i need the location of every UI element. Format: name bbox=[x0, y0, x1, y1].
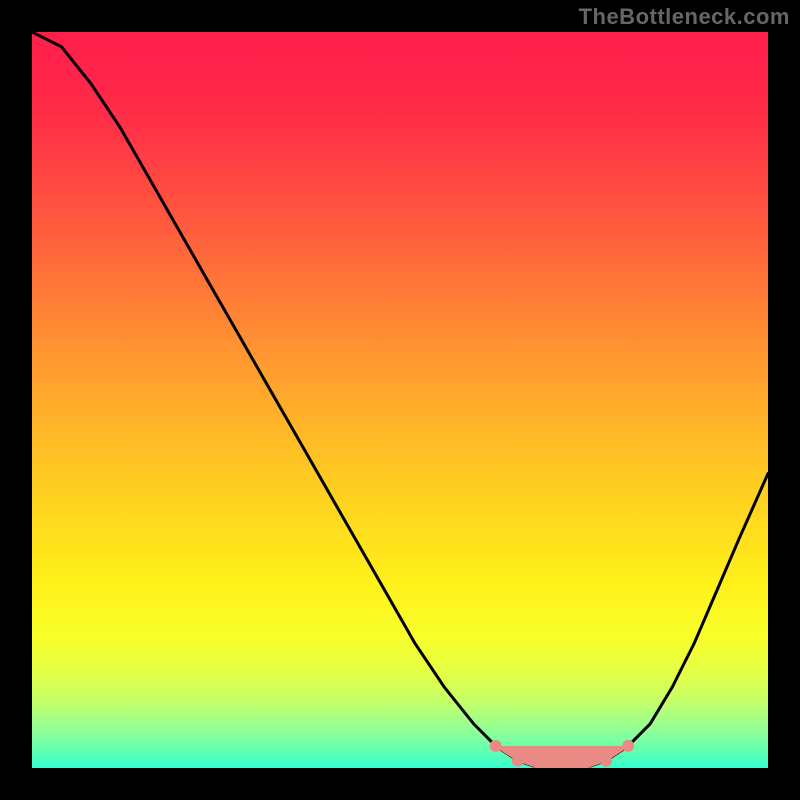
bottleneck-curve bbox=[32, 32, 768, 768]
watermark-text: TheBottleneck.com bbox=[579, 4, 790, 30]
plot-area bbox=[32, 32, 768, 768]
marker-path bbox=[491, 741, 634, 768]
curve-path bbox=[32, 32, 768, 768]
chart-frame: TheBottleneck.com bbox=[0, 0, 800, 800]
optimal-marker-group bbox=[491, 741, 634, 768]
